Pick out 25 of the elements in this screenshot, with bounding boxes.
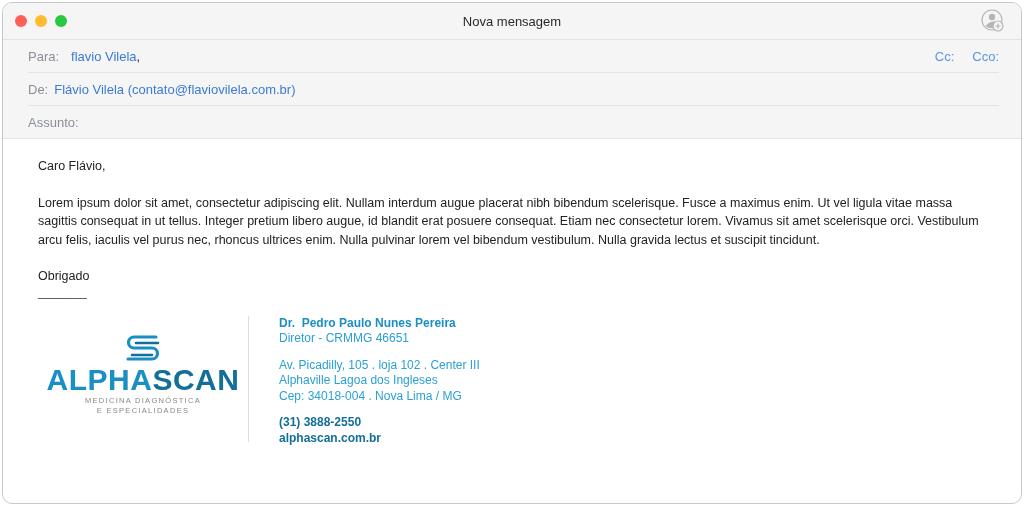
signature-website[interactable]: alphascan.com.br (279, 430, 480, 446)
logo-wordmark: ALPHASCAN (46, 363, 240, 396)
from-selector[interactable]: Flávio Vilela (contato@flaviovilela.com.br) (54, 81, 296, 97)
close-button[interactable] (15, 15, 27, 27)
zoom-button[interactable] (55, 15, 67, 27)
signature-address: Alphaville Lagoa dos Ingleses (279, 373, 439, 389)
recipient-token[interactable]: flavio Vilela (71, 48, 137, 64)
from-label: De: (28, 81, 49, 97)
signature-name: Dr. Pedro Paulo Nunes Pereira (279, 315, 457, 331)
recipient-separator: , (136, 48, 141, 64)
closing-text: Obrigado (38, 268, 91, 285)
signature-rule: _______ (38, 285, 88, 298)
signature-address: Cep: 34018-004 . Nova Lima / MG (279, 388, 463, 404)
subject-label: Assunto: (28, 114, 79, 130)
window-title: Nova mensagem (462, 13, 562, 29)
cc-link[interactable]: Cc: (934, 48, 955, 64)
signature-address: Av. Picadilly, 105 . loja 102 . Center III (279, 357, 480, 373)
add-contact-icon[interactable] (981, 9, 1005, 33)
greeting-text: Caro Flávio, (38, 158, 107, 175)
minimize-button[interactable] (35, 15, 47, 27)
signature-phone: (31) 3888-2550 (279, 415, 363, 431)
bcc-link[interactable]: Cco: (972, 48, 999, 64)
to-label: Para: (28, 48, 60, 64)
signature-role: Diretor - CRMMG 46651 (279, 331, 411, 347)
message-paragraph: Lorem ipsum dolor sit amet, consectetur adipiscing elit. Nullam interdum augue placerat nibh bibendum scelerisque. Fusce a maximus enim. Ut vel ligula vitae massa sagittis consequat in ut tellus. Integer pretium libero augue, id blandit erat posuere consequat. Etiam nec consectetur lorem. Vivamus sit amet scelerisque orci. Vestibulum arcu felis, iaculis vel purus nec, rhoncus ultrices enim. Nulla pulvinar lorem vel bibendum vestibulum. Nulla gravida lectus et suscipit tincidunt. (38, 194, 980, 249)
